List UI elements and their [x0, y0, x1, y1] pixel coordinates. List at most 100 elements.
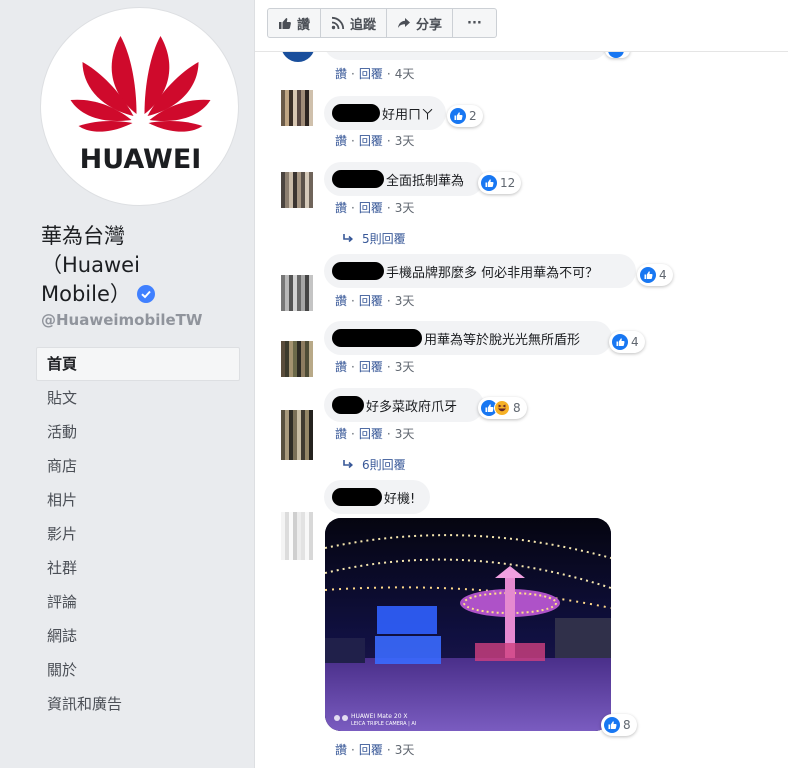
- follow-button[interactable]: 追蹤: [321, 9, 388, 37]
- comment-text: 好用ㄇㄚ: [381, 107, 434, 123]
- watermark-line1: HUAWEI Mate 20 X: [351, 713, 408, 720]
- nav-item-photos[interactable]: 相片: [36, 483, 240, 517]
- redacted-name[interactable]: [332, 396, 364, 414]
- nav-item-home[interactable]: 首頁: [36, 347, 240, 381]
- nav-item-info-ads[interactable]: 資訊和廣告: [36, 687, 240, 721]
- reply-link[interactable]: 回覆: [359, 134, 383, 148]
- more-options-button[interactable]: ···: [453, 9, 496, 37]
- like-count: 8: [513, 401, 521, 415]
- comment-bubble: 好機!: [324, 480, 430, 514]
- page-avatar[interactable]: HUAWEI: [40, 7, 239, 206]
- nav-item-posts[interactable]: 貼文: [36, 381, 240, 415]
- like-reaction-icon: [612, 334, 628, 350]
- thumbs-up-icon: [279, 18, 291, 29]
- huawei-logo: HUAWEI: [70, 36, 211, 175]
- verified-badge-icon: [136, 285, 155, 303]
- like-link[interactable]: 讚: [335, 743, 347, 757]
- nav-item-notes[interactable]: 網誌: [36, 619, 240, 653]
- commenter-avatar[interactable]: [281, 512, 315, 560]
- reaction-count[interactable]: 4: [609, 331, 645, 353]
- page-title-line2: （Huawei: [41, 253, 140, 277]
- comment-meta: 讚 · 回覆 · 3天: [335, 294, 415, 308]
- comment-meta: 讚 · 回覆 · 3天: [335, 360, 415, 374]
- view-replies-link[interactable]: 5則回覆: [342, 230, 406, 247]
- page-title-line3: Mobile）: [41, 282, 131, 306]
- like-reaction-icon: [481, 175, 497, 191]
- comment-meta: 讚 · 回覆 · 3天: [335, 201, 415, 215]
- comment-time[interactable]: 3天: [395, 360, 415, 374]
- watermark-line2: LEICA TRIPLE CAMERA | AI: [351, 721, 416, 727]
- page-title[interactable]: 華為台灣 （Huawei Mobile）: [41, 222, 211, 309]
- commenter-avatar[interactable]: [281, 172, 315, 208]
- comment-time[interactable]: 4天: [395, 67, 415, 81]
- comment-meta: 讚 · 回覆 · 3天: [335, 743, 415, 757]
- share-button[interactable]: 分享: [387, 9, 454, 37]
- reply-arrow-icon: [343, 234, 354, 243]
- comment-bubble: 全面抵制華為: [324, 162, 484, 196]
- nav-item-reviews[interactable]: 評論: [36, 585, 240, 619]
- like-count: 8: [623, 718, 631, 732]
- redacted-name[interactable]: [332, 104, 380, 122]
- nav-item-videos[interactable]: 影片: [36, 517, 240, 551]
- comments-panel: 讚·回覆·4天 好用ㄇㄚ 2 讚·回覆·3天 全面抵制華為 12: [254, 0, 788, 768]
- replies-count: 5則回覆: [362, 232, 406, 246]
- comment-time[interactable]: 3天: [395, 427, 415, 441]
- comment-text: 用華為等於脫光光無所盾形: [424, 332, 581, 348]
- comment-meta: 讚 · 回覆 · 3天: [335, 134, 415, 148]
- like-page-label: 讚: [297, 17, 311, 33]
- comment-text: 手機品牌那麼多 何必非用華為不可？: [386, 265, 599, 281]
- more-dots-icon: ···: [467, 15, 482, 31]
- reply-link[interactable]: 回覆: [359, 360, 383, 374]
- reaction-count[interactable]: 4: [637, 264, 673, 286]
- page-handle[interactable]: @HuaweimobileTW: [41, 311, 202, 329]
- commenter-avatar[interactable]: [281, 90, 315, 126]
- redacted-name[interactable]: [332, 488, 382, 506]
- reaction-count[interactable]: 8: [601, 714, 637, 736]
- like-count: 4: [659, 268, 667, 282]
- rss-icon: [331, 16, 345, 30]
- reply-link[interactable]: 回覆: [359, 427, 383, 441]
- like-count: 2: [469, 109, 477, 123]
- commenter-avatar[interactable]: [281, 341, 315, 377]
- like-link[interactable]: 讚: [335, 201, 347, 215]
- like-reaction-icon: [604, 717, 620, 733]
- commenter-avatar[interactable]: [281, 275, 315, 311]
- like-link[interactable]: 讚: [335, 67, 347, 81]
- nav-item-about[interactable]: 關於: [36, 653, 240, 687]
- reaction-count[interactable]: 8: [478, 397, 527, 419]
- comment-time[interactable]: 3天: [395, 134, 415, 148]
- page-nav: 首頁 貼文 活動 商店 相片 影片 社群 評論 網誌 關於 資訊和廣告: [36, 347, 240, 721]
- comment-time[interactable]: 3天: [395, 201, 415, 215]
- nav-item-community[interactable]: 社群: [36, 551, 240, 585]
- comment-time[interactable]: 3天: [395, 743, 415, 757]
- page-action-bar: 讚 追蹤 分享 ···: [255, 0, 788, 52]
- like-page-button[interactable]: 讚: [268, 9, 322, 37]
- reply-link[interactable]: 回覆: [359, 294, 383, 308]
- night-scene-image: HUAWEI Mate 20 X LEICA TRIPLE CAMERA | A…: [325, 518, 611, 731]
- like-link[interactable]: 讚: [335, 294, 347, 308]
- nav-item-events[interactable]: 活動: [36, 415, 240, 449]
- reply-link[interactable]: 回覆: [359, 67, 383, 81]
- reaction-count[interactable]: 2: [447, 105, 483, 127]
- nav-item-shop[interactable]: 商店: [36, 449, 240, 483]
- like-link[interactable]: 讚: [335, 360, 347, 374]
- reply-link[interactable]: 回覆: [359, 743, 383, 757]
- reaction-count[interactable]: 12: [478, 172, 522, 194]
- redacted-name[interactable]: [332, 329, 422, 347]
- like-link[interactable]: 讚: [335, 427, 347, 441]
- comment-photo[interactable]: HUAWEI Mate 20 X LEICA TRIPLE CAMERA | A…: [325, 518, 611, 731]
- comment-meta: 讚 · 回覆 · 4天: [335, 67, 415, 81]
- reply-link[interactable]: 回覆: [359, 201, 383, 215]
- like-link[interactable]: 讚: [335, 134, 347, 148]
- reply-arrow-icon: [343, 460, 354, 469]
- like-reaction-icon: [450, 108, 466, 124]
- like-reaction-icon: [640, 267, 656, 283]
- redacted-name[interactable]: [332, 262, 384, 280]
- share-label: 分享: [416, 17, 443, 33]
- redacted-name[interactable]: [332, 170, 384, 188]
- commenter-avatar[interactable]: [281, 410, 315, 460]
- page-sidebar: HUAWEI 華為台灣 （Huawei Mobile） @Huaweimobil…: [0, 0, 254, 768]
- comment-time[interactable]: 3天: [395, 294, 415, 308]
- action-button-group: 讚 追蹤 分享 ···: [267, 8, 497, 38]
- view-replies-link[interactable]: 6則回覆: [342, 456, 406, 473]
